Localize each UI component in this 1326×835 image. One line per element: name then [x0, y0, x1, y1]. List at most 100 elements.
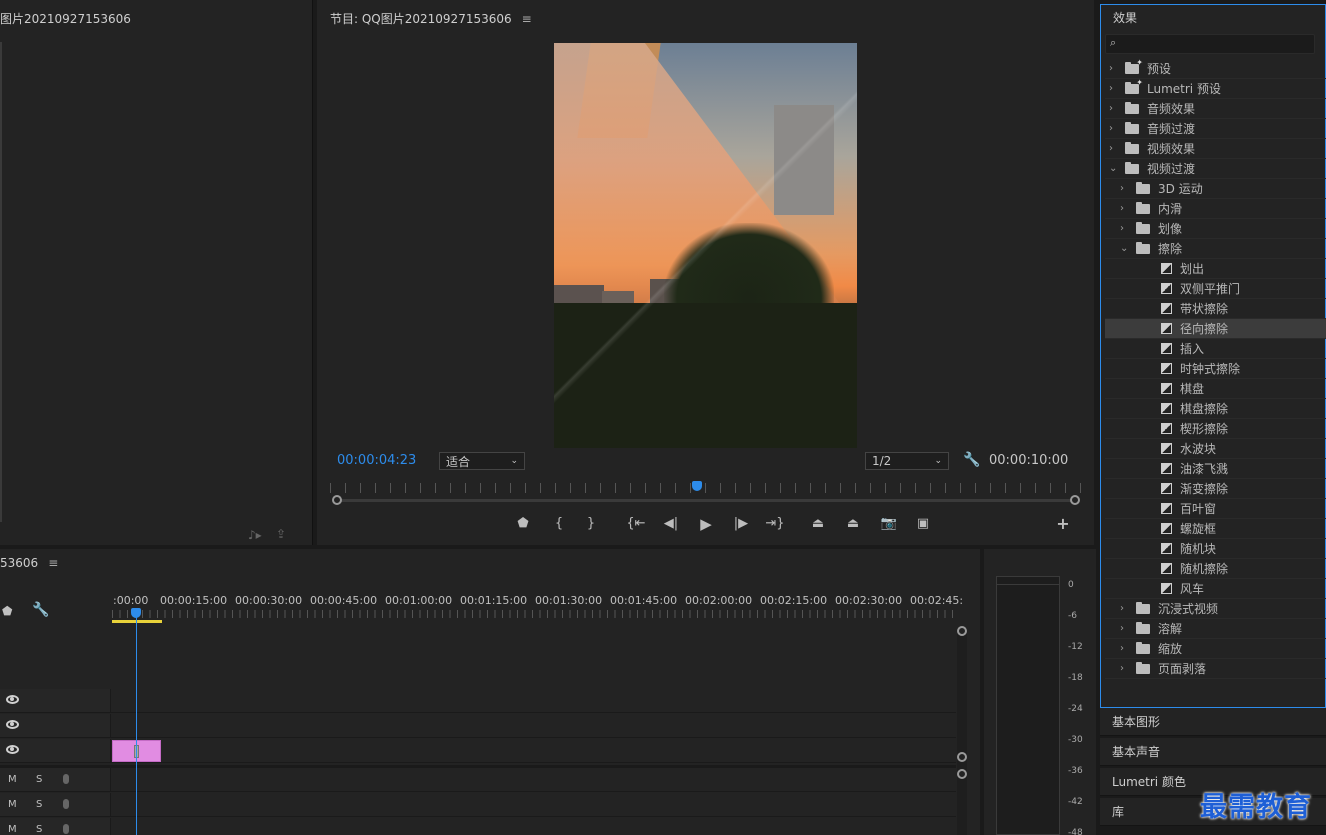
resolution-dropdown[interactable]: 1/2 ⌄ [865, 452, 949, 470]
effect-folder[interactable]: › 视频效果 [1105, 139, 1326, 159]
program-time-ruler[interactable] [330, 483, 1082, 493]
export-frame-icon[interactable]: ♪▸ [248, 528, 262, 542]
effect-item[interactable]: 双侧平推门 [1105, 279, 1326, 299]
button-editor-plus-icon[interactable]: + [1052, 515, 1074, 533]
work-area-bar[interactable] [112, 620, 162, 623]
meter-peak-indicators[interactable] [997, 577, 1059, 585]
chevron-right-icon[interactable]: › [1109, 63, 1119, 74]
essential-graphics-panel[interactable]: 基本图形 [1100, 708, 1326, 736]
effect-item[interactable]: 水波块 [1105, 439, 1326, 459]
voice-over-mic-icon[interactable] [63, 824, 69, 834]
effect-item[interactable]: 百叶窗 [1105, 499, 1326, 519]
zoom-bar-left-handle[interactable] [332, 495, 342, 505]
chevron-right-icon[interactable]: › [1120, 183, 1130, 194]
toggle-output-eye-icon[interactable] [6, 745, 19, 754]
toggle-output-eye-icon[interactable] [6, 695, 19, 704]
effect-folder[interactable]: › 划像 [1105, 219, 1326, 239]
effect-item[interactable]: 随机块 [1105, 539, 1326, 559]
mark-in-icon[interactable]: { [548, 515, 570, 533]
chevron-right-icon[interactable]: › [1109, 83, 1119, 94]
effect-item[interactable]: 棋盘擦除 [1105, 399, 1326, 419]
go-to-in-icon[interactable]: {⇤ [625, 515, 647, 533]
step-forward-icon[interactable]: |▶ [730, 515, 752, 533]
mark-out-icon[interactable]: } [580, 515, 602, 533]
chevron-right-icon[interactable]: › [1120, 663, 1130, 674]
extract-icon[interactable]: ⏏ [842, 515, 864, 533]
effect-folder[interactable]: › 内滑 [1105, 199, 1326, 219]
play-icon[interactable]: ▶ [695, 515, 717, 533]
mute-button[interactable]: M [8, 799, 17, 810]
effect-folder[interactable]: › 预设 [1105, 58, 1326, 79]
effect-item[interactable]: 楔形擦除 [1105, 419, 1326, 439]
chevron-right-icon[interactable]: › [1120, 203, 1130, 214]
current-timecode[interactable]: 00:00:04:23 [337, 453, 416, 468]
effect-folder[interactable]: › Lumetri 预设 [1105, 78, 1326, 99]
timeline-vertical-scrollbar[interactable] [957, 628, 967, 835]
effect-folder[interactable]: › 沉浸式视频 [1105, 599, 1326, 619]
effect-item[interactable]: 径向擦除 [1105, 319, 1326, 339]
comparison-view-icon[interactable]: ▣ [912, 515, 934, 533]
settings-wrench-icon[interactable]: 🔧 [963, 452, 980, 468]
effect-item[interactable]: 螺旋框 [1105, 519, 1326, 539]
chevron-right-icon[interactable]: › [1120, 623, 1130, 634]
chevron-right-icon[interactable]: › [1109, 143, 1119, 154]
panel-menu-icon[interactable]: ≡ [48, 556, 58, 570]
program-zoom-bar[interactable] [337, 499, 1075, 502]
overwrite-icon[interactable]: ⇪ [276, 527, 286, 541]
effect-item[interactable]: 风车 [1105, 579, 1326, 599]
voice-over-mic-icon[interactable] [63, 774, 69, 784]
scroll-handle-top[interactable] [957, 626, 967, 636]
go-to-out-icon[interactable]: ⇥} [764, 515, 786, 533]
program-video-frame[interactable] [554, 43, 857, 448]
add-marker-icon[interactable]: ⬟ [2, 604, 12, 618]
panel-menu-icon[interactable]: ≡ [522, 12, 532, 26]
solo-button[interactable]: S [36, 824, 42, 835]
effect-folder[interactable]: › 溶解 [1105, 619, 1326, 639]
scroll-handle-audio[interactable] [957, 769, 967, 779]
voice-over-mic-icon[interactable] [63, 799, 69, 809]
toggle-output-eye-icon[interactable] [6, 720, 19, 729]
zoom-bar-right-handle[interactable] [1070, 495, 1080, 505]
add-marker-icon[interactable]: ⬟ [512, 515, 534, 533]
effects-panel-title[interactable]: 效果 [1113, 9, 1137, 26]
effect-item[interactable]: 油漆飞溅 [1105, 459, 1326, 479]
lift-icon[interactable]: ⏏ [807, 515, 829, 533]
effect-item[interactable]: 插入 [1105, 339, 1326, 359]
chevron-right-icon[interactable]: › [1120, 223, 1130, 234]
mute-button[interactable]: M [8, 774, 17, 785]
chevron-right-icon[interactable]: › [1120, 643, 1130, 654]
essential-sound-panel[interactable]: 基本声音 [1100, 738, 1326, 766]
export-frame-camera-icon[interactable]: 📷 [878, 515, 900, 533]
effect-folder[interactable]: ⌄ 擦除 [1105, 239, 1326, 259]
chevron-right-icon[interactable]: › [1120, 603, 1130, 614]
effect-item[interactable]: 随机擦除 [1105, 559, 1326, 579]
solo-button[interactable]: S [36, 774, 42, 785]
chevron-down-icon[interactable]: ⌄ [1109, 163, 1119, 174]
mute-button[interactable]: M [8, 824, 17, 835]
solo-button[interactable]: S [36, 799, 42, 810]
program-playhead[interactable] [691, 481, 702, 491]
effect-item[interactable]: 带状擦除 [1105, 299, 1326, 319]
effect-folder[interactable]: › 3D 运动 [1105, 179, 1326, 199]
timeline-ruler[interactable] [112, 610, 954, 618]
effect-folder[interactable]: › 页面剥落 [1105, 659, 1326, 679]
effect-folder[interactable]: › 音频过渡 [1105, 119, 1326, 139]
effect-item[interactable]: 时钟式擦除 [1105, 359, 1326, 379]
effect-item[interactable]: 棋盘 [1105, 379, 1326, 399]
chevron-down-icon[interactable]: ⌄ [1120, 243, 1130, 254]
source-panel-title[interactable]: 图片20210927153606 [0, 10, 131, 27]
effect-folder[interactable]: › 缩放 [1105, 639, 1326, 659]
effect-item[interactable]: 渐变擦除 [1105, 479, 1326, 499]
step-back-icon[interactable]: ◀| [660, 515, 682, 533]
timeline-sequence-tab[interactable]: 53606 [0, 556, 38, 570]
effect-item[interactable]: 划出 [1105, 259, 1326, 279]
effect-folder[interactable]: › 音频效果 [1105, 99, 1326, 119]
chevron-right-icon[interactable]: › [1109, 123, 1119, 134]
chevron-right-icon[interactable]: › [1109, 103, 1119, 114]
effects-search-input[interactable]: ⌕ [1105, 34, 1315, 54]
effect-folder[interactable]: ⌄ 视频过渡 [1105, 159, 1326, 179]
scroll-handle-mid[interactable] [957, 752, 967, 762]
timeline-settings-wrench-icon[interactable]: 🔧 [32, 602, 49, 618]
program-panel-title[interactable]: 节目: QQ图片20210927153606 [330, 12, 512, 26]
fit-dropdown[interactable]: 适合 ⌄ [439, 452, 525, 470]
